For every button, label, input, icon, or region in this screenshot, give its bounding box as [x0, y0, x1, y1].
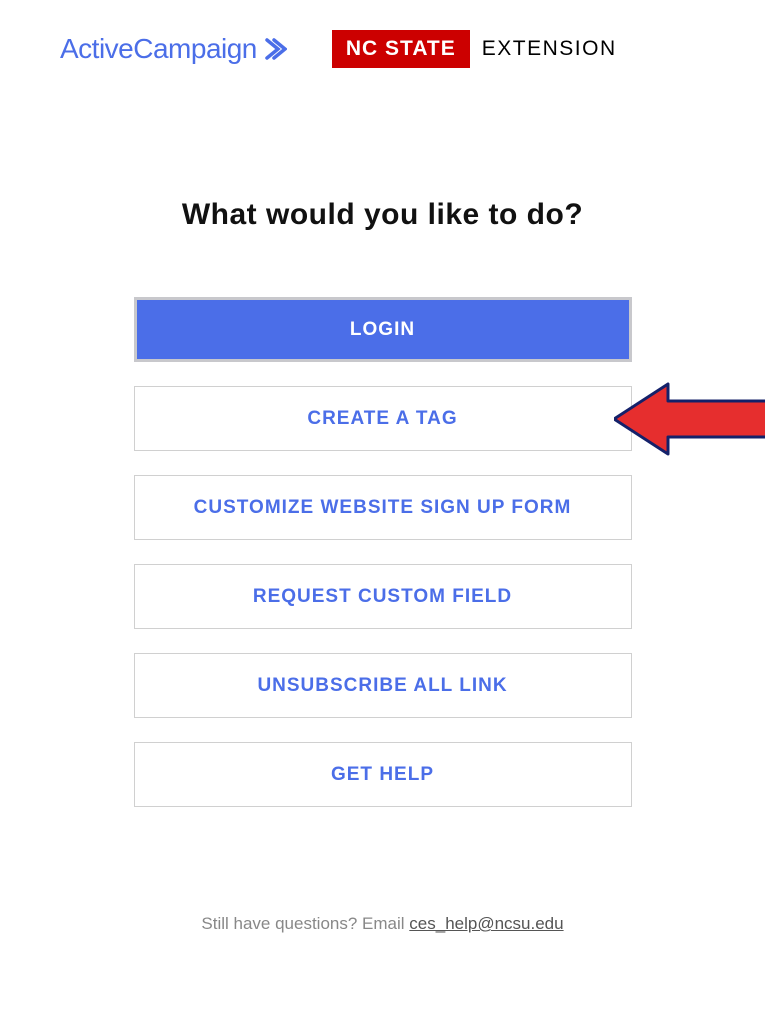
get-help-button[interactable]: GET HELP	[134, 742, 632, 807]
request-custom-field-button-label: REQUEST CUSTOM FIELD	[253, 586, 512, 608]
header: ActiveCampaign NC STATE EXTENSION	[0, 0, 765, 88]
activecampaign-logo: ActiveCampaign	[60, 33, 287, 65]
ncstate-extension-logo: NC STATE EXTENSION	[332, 30, 617, 68]
activecampaign-arrow-icon	[265, 37, 287, 61]
login-button[interactable]: LOGIN	[134, 297, 632, 362]
button-list: LOGIN CREATE A TAG CUSTOMIZE WEBSITE SIG…	[0, 297, 765, 807]
login-button-label: LOGIN	[350, 319, 415, 341]
page-heading: What would you like to do?	[0, 198, 765, 232]
request-custom-field-button[interactable]: REQUEST CUSTOM FIELD	[134, 564, 632, 629]
activecampaign-logo-text: ActiveCampaign	[60, 33, 257, 65]
footer: Still have questions? Email ces_help@ncs…	[0, 914, 765, 934]
customize-form-button-label: CUSTOMIZE WEBSITE SIGN UP FORM	[194, 497, 572, 519]
ncstate-badge: NC STATE	[332, 30, 470, 68]
footer-prefix: Still have questions? Email	[201, 914, 409, 933]
footer-email-link[interactable]: ces_help@ncsu.edu	[409, 914, 563, 933]
unsubscribe-all-link-button-label: UNSUBSCRIBE ALL LINK	[257, 675, 507, 697]
create-tag-button-label: CREATE A TAG	[307, 408, 457, 430]
create-tag-button[interactable]: CREATE A TAG	[134, 386, 632, 451]
red-arrow-annotation-icon	[614, 382, 765, 456]
main-content: What would you like to do? LOGIN CREATE …	[0, 198, 765, 807]
get-help-button-label: GET HELP	[331, 764, 434, 786]
unsubscribe-all-link-button[interactable]: UNSUBSCRIBE ALL LINK	[134, 653, 632, 718]
extension-label: EXTENSION	[470, 37, 617, 61]
customize-form-button[interactable]: CUSTOMIZE WEBSITE SIGN UP FORM	[134, 475, 632, 540]
